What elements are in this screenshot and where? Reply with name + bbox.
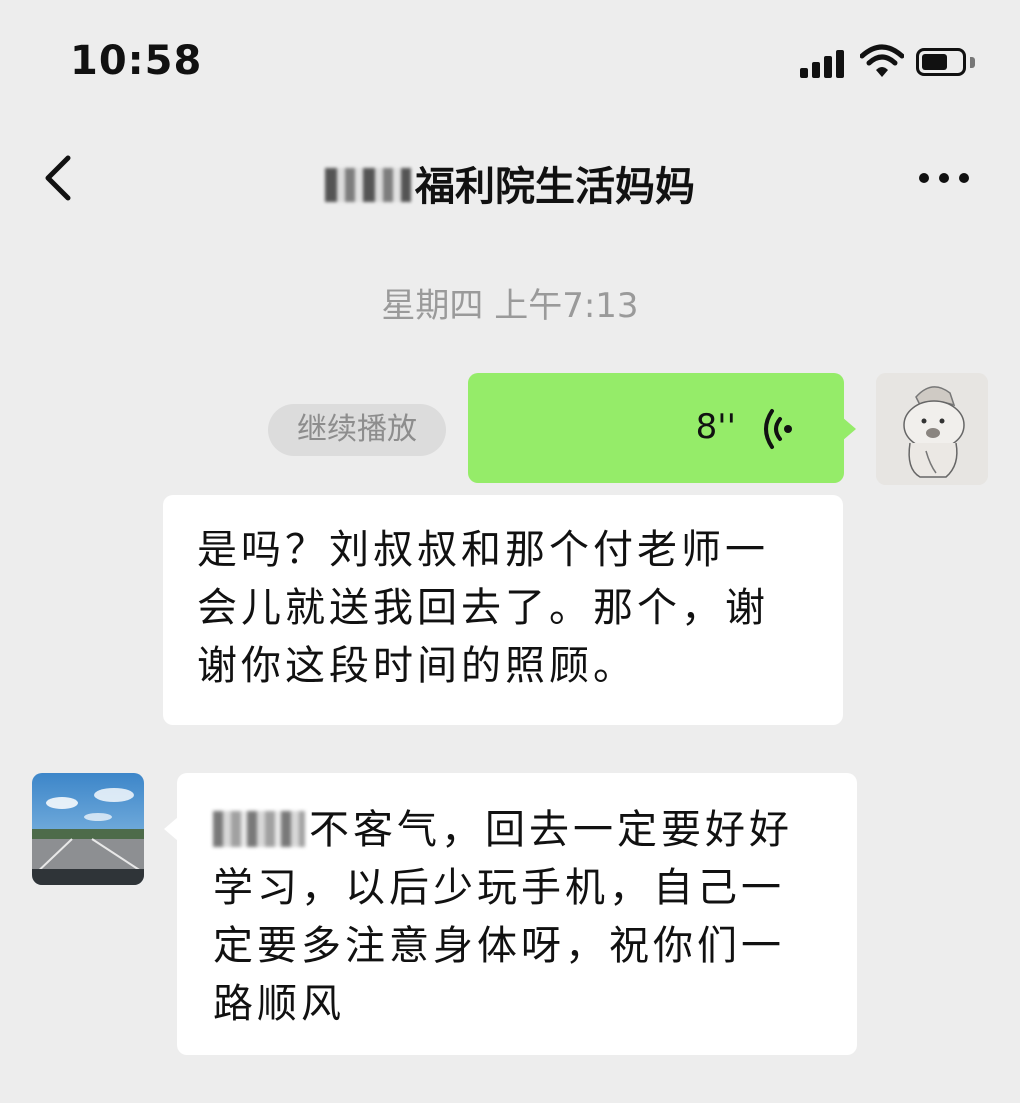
outgoing-message-text: 是吗？刘叔叔和那个付老师一会儿就送我回去了。那个，谢谢你这段时间的照顾。 bbox=[197, 527, 769, 689]
battery-cap bbox=[970, 57, 975, 68]
voice-message-bubble[interactable]: 8'' bbox=[468, 373, 844, 483]
my-avatar[interactable] bbox=[876, 373, 988, 485]
status-bar: 10:58 bbox=[0, 0, 1020, 120]
more-icon[interactable] bbox=[916, 166, 972, 190]
road-photo-icon bbox=[32, 773, 144, 885]
redacted-text bbox=[213, 811, 305, 847]
incoming-bubble-tail bbox=[164, 817, 178, 841]
incoming-text-message[interactable]: 不客气，回去一定要好好学习，以后少玩手机，自己一定要多注意身体呀，祝你们一路顺风 bbox=[177, 773, 857, 1055]
chat-title: 福利院生活妈妈 bbox=[0, 154, 1020, 212]
continue-playback-button[interactable]: 继续播放 bbox=[268, 404, 446, 456]
message-timestamp: 星期四 上午7:13 bbox=[381, 286, 639, 326]
avatar-sketch-icon bbox=[876, 373, 988, 485]
chat-title-text: 福利院生活妈妈 bbox=[415, 164, 695, 210]
status-time: 10:58 bbox=[70, 38, 203, 84]
battery-icon bbox=[916, 48, 966, 76]
redacted-name bbox=[325, 168, 411, 202]
voice-duration: 8'' bbox=[695, 407, 736, 447]
battery-level bbox=[922, 54, 947, 70]
contact-avatar[interactable] bbox=[32, 773, 144, 885]
voice-wave-icon bbox=[764, 409, 792, 449]
chat-header: 福利院生活妈妈 bbox=[0, 130, 1020, 230]
wifi-icon bbox=[860, 44, 904, 77]
voice-bubble-tail bbox=[842, 417, 856, 441]
outgoing-text-message[interactable]: 是吗？刘叔叔和那个付老师一会儿就送我回去了。那个，谢谢你这段时间的照顾。 bbox=[163, 495, 843, 725]
signal-icon bbox=[800, 50, 848, 78]
